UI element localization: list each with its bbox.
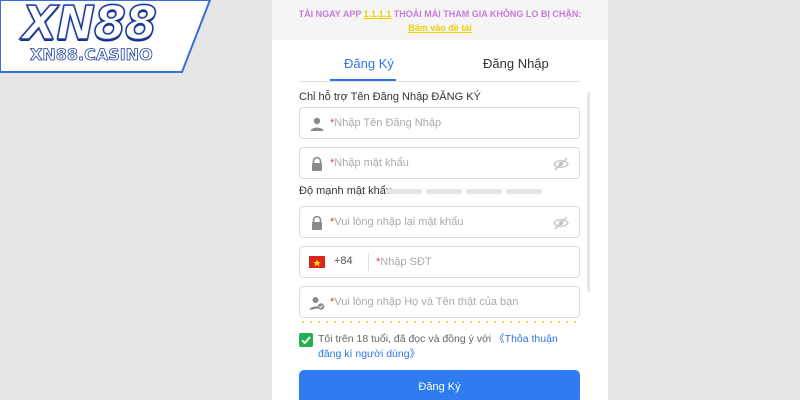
user-icon: [310, 117, 324, 131]
vietnam-flag-icon[interactable]: [309, 256, 325, 268]
promo-banner: TẢI NGAY APP 1.1.1.1 THOẢI MÁI THAM GIA …: [272, 0, 608, 40]
lock-icon: [312, 215, 322, 230]
promo-highlight[interactable]: 1.1.1.1: [364, 9, 392, 19]
confirm-password-placeholder: *Vui lòng nhập lại mật khẩu: [330, 216, 464, 228]
eye-off-icon[interactable]: [553, 215, 569, 231]
lock-icon: [312, 156, 322, 171]
strength-bar: [386, 189, 422, 194]
country-code[interactable]: +84: [334, 255, 353, 267]
username-placeholder: *Nhập Tên Đăng Nhập: [330, 117, 442, 129]
phone-field[interactable]: +84 *Nhập SĐT: [299, 246, 580, 278]
strength-bar: [426, 189, 462, 194]
strength-bar: [466, 189, 502, 194]
phone-placeholder: *Nhập SĐT: [376, 256, 432, 268]
brand-logo: XN88 XN88.CASINO: [0, 0, 215, 74]
checkbox-checked-icon[interactable]: [299, 333, 313, 347]
strength-bar: [506, 189, 542, 194]
fullname-placeholder: *Vui lòng nhập Họ và Tên thật của bạn: [330, 296, 519, 308]
username-hint: Chỉ hỗ trợ Tên Đăng Nhập ĐĂNG KÝ: [299, 91, 481, 103]
tab-divider: [299, 81, 580, 82]
scrollbar[interactable]: [587, 92, 590, 292]
fullname-field[interactable]: *Vui lòng nhập Họ và Tên thật của bạn: [299, 286, 580, 318]
password-strength-label: Độ mạnh mật khẩu: [299, 185, 392, 197]
eye-off-icon[interactable]: [553, 156, 569, 172]
logo-text: XN88: [21, 0, 157, 51]
promo-download-link[interactable]: Bấm vào đề tải: [272, 23, 608, 33]
flag-star: [313, 259, 321, 267]
dotted-divider: [299, 321, 580, 323]
register-panel: TẢI NGAY APP 1.1.1.1 THOẢI MÁI THAM GIA …: [272, 0, 608, 400]
check-mark-icon: [301, 336, 311, 345]
user-check-icon: [309, 297, 325, 310]
promo-text: TẢI NGAY APP 1.1.1.1 THOẢI MÁI THAM GIA …: [298, 9, 582, 19]
confirm-password-field[interactable]: *Vui lòng nhập lại mật khẩu: [299, 206, 580, 238]
password-field[interactable]: *Nhập mật khẩu: [299, 147, 580, 179]
register-button[interactable]: Đăng Ký: [299, 370, 580, 400]
logo-subtitle: XN88.CASINO: [30, 45, 153, 65]
tab-register[interactable]: Đăng Ký: [344, 56, 394, 71]
phone-separator: [368, 253, 369, 271]
tab-login[interactable]: Đăng Nhập: [483, 56, 549, 71]
username-field[interactable]: *Nhập Tên Đăng Nhập: [299, 107, 580, 139]
password-placeholder: *Nhập mật khẩu: [330, 157, 409, 169]
agreement-text: Tôi trên 18 tuổi, đã đọc và đồng ý với 《…: [318, 333, 558, 360]
